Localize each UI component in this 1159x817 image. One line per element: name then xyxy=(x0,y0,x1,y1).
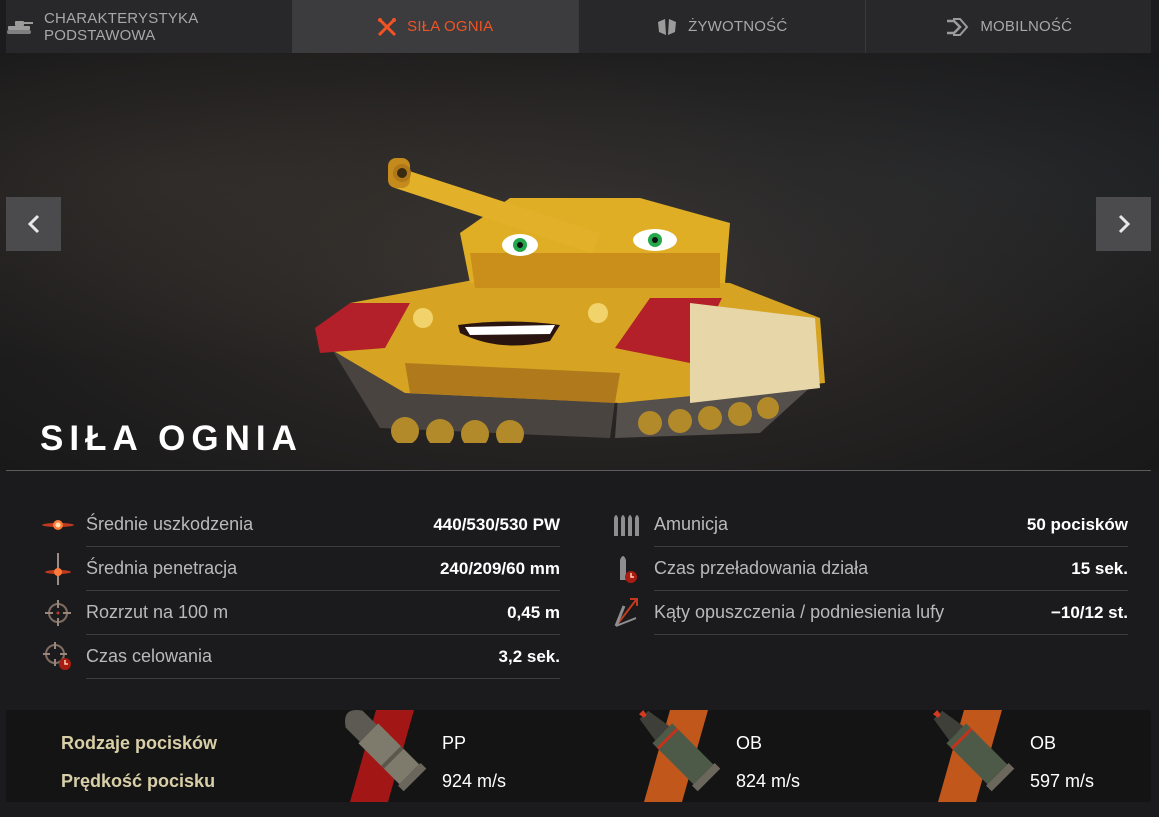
shell-speed-label: Prędkość pocisku xyxy=(61,771,216,791)
aim-time-icon xyxy=(30,635,86,679)
shell-speed: 597 m/s xyxy=(1030,771,1095,791)
shell-type: OB xyxy=(1030,733,1057,753)
reload-icon xyxy=(598,547,654,591)
shell-speed: 824 m/s xyxy=(736,771,801,791)
page: CHARAKTERYSTYKA PODSTAWOWA SIŁA OGNIA ŻY… xyxy=(0,0,1159,817)
stat-value: 50 pocisków xyxy=(1026,514,1128,534)
stat-row-average-damage: Średnie uszkodzenia 440/530/530 PW xyxy=(30,503,560,547)
shell-item[interactable]: PP 924 m/s xyxy=(336,710,616,802)
stat-row-gun-angles: Kąty opuszczenia / podniesienia lufy −10… xyxy=(598,591,1128,635)
stat-row-dispersion: Rozrzut na 100 m 0,45 m xyxy=(30,591,560,635)
stat-row-average-penetration: Średnia penetracja 240/209/60 mm xyxy=(30,547,560,591)
stat-label: Kąty opuszczenia / podniesienia lufy xyxy=(654,602,945,622)
tab-firepower[interactable]: SIŁA OGNIA xyxy=(292,0,579,53)
shell-item[interactable]: OB 824 m/s xyxy=(630,709,910,802)
stat-row-reload-time: Czas przeładowania działa 15 sek. xyxy=(598,547,1128,591)
tab-mobility[interactable]: MOBILNOŚĆ xyxy=(866,0,1152,53)
he-shell-icon xyxy=(932,709,1015,802)
chevron-right-icon xyxy=(1118,214,1130,234)
stat-label: Średnia penetracja xyxy=(86,558,238,578)
stat-value: 3,2 sek. xyxy=(498,646,560,666)
shell-speed: 924 m/s xyxy=(442,771,507,791)
stat-label: Rozrzut na 100 m xyxy=(86,602,229,622)
gun-angles-icon xyxy=(598,591,654,635)
stat-value: 15 sek. xyxy=(1071,558,1128,578)
he-shell-icon xyxy=(638,709,721,802)
shell-type: OB xyxy=(736,733,763,753)
firepower-stats-right: Amunicja 50 pocisków Czas przeładowania … xyxy=(598,503,1128,635)
stat-row-aiming-time: Czas celowania 3,2 sek. xyxy=(30,635,560,679)
tab-label: ŻYWOTNOŚĆ xyxy=(688,18,788,35)
tab-label: SIŁA OGNIA xyxy=(407,18,494,35)
tank-image xyxy=(315,158,825,443)
shell-item[interactable]: OB 597 m/s xyxy=(924,709,1159,802)
stat-value: −10/12 st. xyxy=(1050,602,1128,622)
track-speed-icon xyxy=(944,17,970,37)
damage-burst-icon xyxy=(30,503,86,547)
crosshair-icon xyxy=(30,591,86,635)
divider xyxy=(6,470,1151,471)
stat-label: Amunicja xyxy=(654,514,729,534)
stat-label: Średnie uszkodzenia xyxy=(86,514,254,534)
stat-value: 0,45 m xyxy=(507,602,560,622)
previous-arrow-button[interactable] xyxy=(6,197,61,251)
stat-value: 440/530/530 PW xyxy=(433,514,560,534)
tank-showcase: SIŁA OGNIA xyxy=(0,53,1159,471)
chevron-left-icon xyxy=(27,214,39,234)
ap-shell-icon xyxy=(345,710,427,802)
penetration-icon xyxy=(30,547,86,591)
tab-label: CHARAKTERYSTYKA PODSTAWOWA xyxy=(44,9,198,44)
stat-label: Czas celowania xyxy=(86,646,213,666)
tab-basic-characteristics[interactable]: CHARAKTERYSTYKA PODSTAWOWA xyxy=(6,0,293,53)
tab-survivability[interactable]: ŻYWOTNOŚĆ xyxy=(579,0,866,53)
shell-types-label: Rodzaje pocisków xyxy=(61,733,218,753)
crossed-guns-icon xyxy=(377,17,397,37)
firepower-stats-left: Średnie uszkodzenia 440/530/530 PW Średn… xyxy=(30,503,560,679)
stat-value: 240/209/60 mm xyxy=(439,558,560,578)
tab-bar: CHARAKTERYSTYKA PODSTAWOWA SIŁA OGNIA ŻY… xyxy=(6,0,1151,53)
section-title: SIŁA OGNIA xyxy=(40,419,303,458)
armor-plates-icon xyxy=(656,18,678,36)
stat-row-ammunition: Amunicja 50 pocisków xyxy=(598,503,1128,547)
shell-types-panel: Rodzaje pocisków Prędkość pocisku PP 924… xyxy=(6,709,1151,802)
tank-icon xyxy=(6,19,34,35)
stat-label: Czas przeładowania działa xyxy=(654,558,869,578)
next-arrow-button[interactable] xyxy=(1096,197,1151,251)
ammo-icon xyxy=(598,503,654,547)
tab-label: MOBILNOŚĆ xyxy=(980,18,1073,35)
shell-type: PP xyxy=(442,733,467,753)
